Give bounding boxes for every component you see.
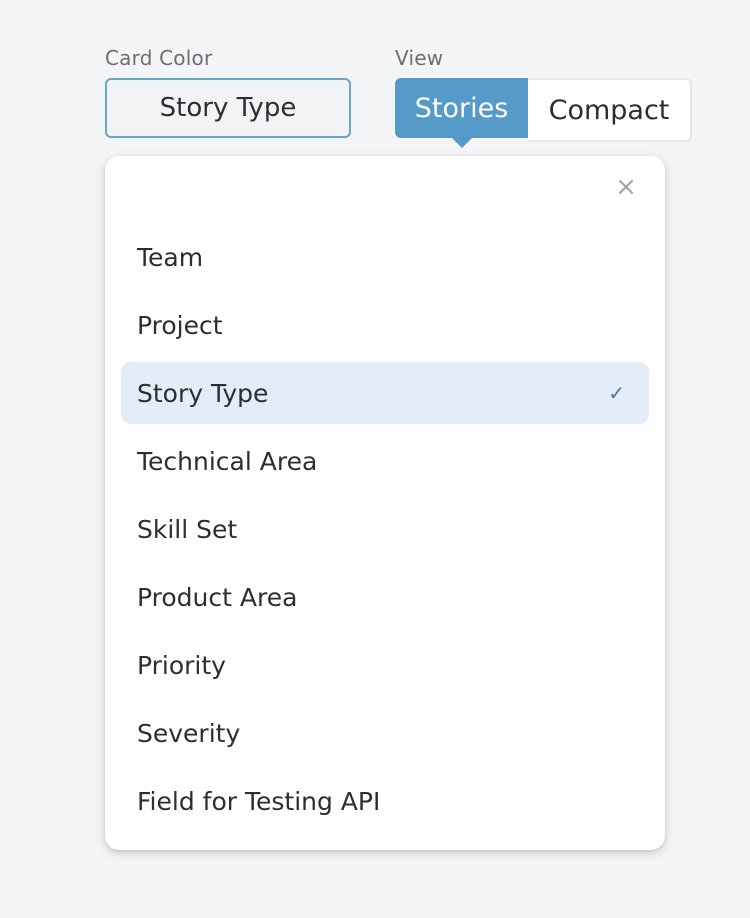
option-project[interactable]: Project (121, 294, 649, 356)
option-label: Skill Set (137, 514, 238, 544)
check-icon: ✓ (608, 381, 625, 405)
close-icon[interactable]: × (615, 174, 637, 200)
option-product-area[interactable]: Product Area (121, 566, 649, 628)
option-label: Product Area (137, 582, 298, 612)
card-color-label: Card Color (105, 46, 213, 70)
card-color-select[interactable]: Story Type (105, 78, 351, 138)
option-severity[interactable]: Severity (121, 702, 649, 764)
option-priority[interactable]: Priority (121, 634, 649, 696)
view-label: View (395, 46, 444, 70)
option-skill-set[interactable]: Skill Set (121, 498, 649, 560)
option-technical-area[interactable]: Technical Area (121, 430, 649, 492)
option-label: Severity (137, 718, 241, 748)
option-field-for-testing-api[interactable]: Field for Testing API (121, 770, 649, 832)
view-stories-label: Stories (414, 92, 509, 124)
view-compact-button[interactable]: Compact (528, 78, 692, 142)
option-team[interactable]: Team (121, 226, 649, 288)
option-story-type[interactable]: Story Type ✓ (121, 362, 649, 424)
view-toggle: Stories Compact (395, 78, 692, 142)
option-label: Team (137, 242, 204, 272)
option-label: Technical Area (137, 446, 318, 476)
card-color-value: Story Type (159, 93, 297, 123)
card-color-dropdown: × Team Project Story Type ✓ Technical Ar… (105, 156, 665, 850)
dropdown-options: Team Project Story Type ✓ Technical Area… (121, 226, 649, 838)
view-compact-label: Compact (548, 94, 670, 126)
option-label: Story Type (137, 378, 269, 408)
option-label: Field for Testing API (137, 786, 381, 816)
option-label: Priority (137, 650, 226, 680)
view-stories-button[interactable]: Stories (395, 78, 528, 138)
option-label: Project (137, 310, 223, 340)
